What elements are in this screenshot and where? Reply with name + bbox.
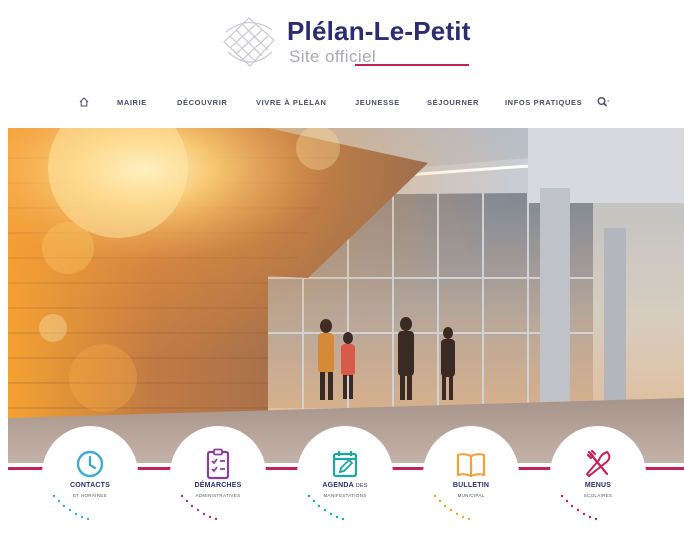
- home-icon[interactable]: [78, 96, 90, 108]
- nav-item-infos-pratiques[interactable]: INFOS PRATIQUES: [505, 98, 582, 107]
- quick-link-title: BULLETIN: [452, 482, 490, 489]
- clock-icon: [76, 450, 104, 478]
- site-title[interactable]: Plélan-Le-Petit: [287, 16, 471, 47]
- quick-link-title-suffix: DES: [355, 483, 368, 489]
- quick-link-title: DÉMARCHES: [194, 482, 242, 489]
- nav-item-mairie[interactable]: MAIRIE: [117, 98, 147, 107]
- quick-link-title: AGENDA DES: [287, 482, 403, 489]
- dotted-arc-decoration: [560, 494, 598, 521]
- hero-photo: [8, 128, 684, 473]
- logo-mark[interactable]: [214, 12, 284, 72]
- main-nav: MAIRIE DÉCOUVRIR VIVRE À PLÉLAN JEUNESSE…: [0, 95, 684, 118]
- nav-item-decouvrir[interactable]: DÉCOUVRIR: [177, 98, 227, 107]
- quick-link-title: MENUS: [584, 482, 612, 489]
- calendar-edit-icon: [332, 451, 358, 478]
- search-icon[interactable]: [596, 95, 610, 109]
- quick-link-title-main: AGENDA: [322, 482, 354, 489]
- fork-knife-icon: [586, 449, 611, 477]
- hero-illustration: [8, 128, 684, 473]
- nav-item-vivre-a-plelan[interactable]: VIVRE À PLÉLAN: [256, 98, 327, 107]
- site-header: Plélan-Le-Petit Site officiel MAIRIE DÉC…: [0, 0, 684, 128]
- dotted-arc-decoration: [433, 494, 471, 521]
- logo-underline: [355, 64, 469, 66]
- book-icon: [456, 453, 486, 478]
- nav-item-jeunesse[interactable]: JEUNESSE: [355, 98, 400, 107]
- nav-item-sejourner[interactable]: SÉJOURNER: [427, 98, 479, 107]
- dotted-arc-decoration: [307, 494, 345, 521]
- quick-link-title: CONTACTS: [70, 482, 110, 489]
- dotted-arc-decoration: [180, 494, 218, 521]
- checklist-icon: [206, 448, 230, 480]
- dotted-arc-decoration: [52, 494, 90, 521]
